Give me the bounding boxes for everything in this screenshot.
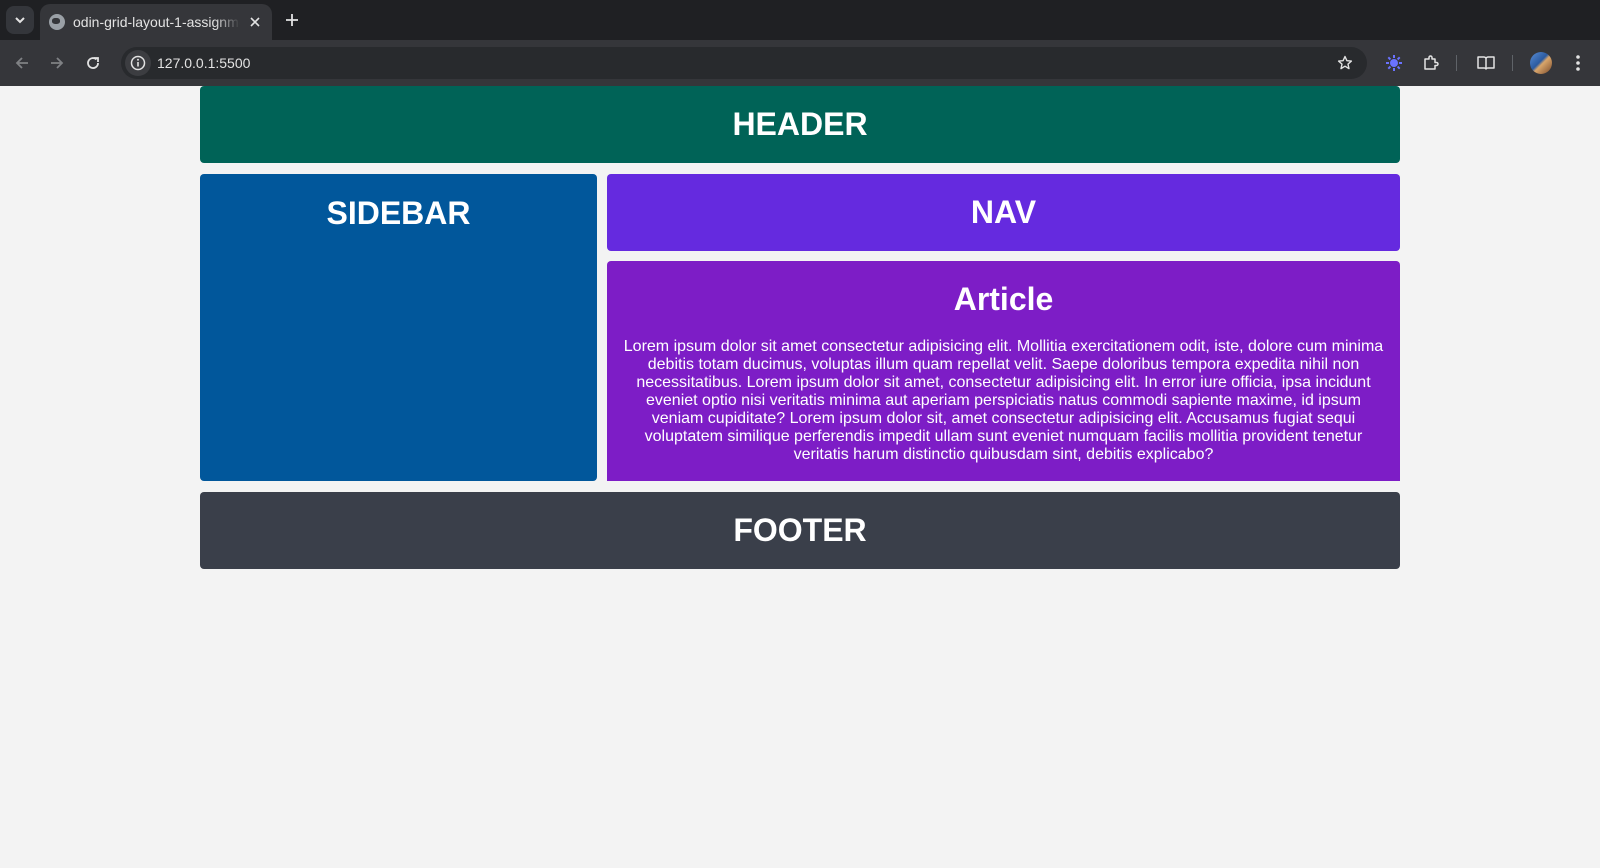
nav-title: NAV: [970, 194, 1037, 230]
extensions-button[interactable]: [1419, 51, 1443, 75]
puzzle-icon: [1424, 55, 1439, 70]
plus-icon: [286, 14, 298, 26]
reload-icon: [87, 57, 99, 69]
page-header: HEADER: [200, 86, 1400, 163]
url-text: 127.0.0.1:5500: [157, 55, 251, 71]
star-icon: [1337, 55, 1353, 70]
page-footer: FOOTER: [200, 492, 1400, 569]
browser-tab[interactable]: odin-grid-layout-1-assignment: [40, 4, 272, 40]
close-tab-button[interactable]: [246, 13, 264, 31]
toolbar-divider: [1456, 55, 1457, 71]
article-body: Lorem ipsum dolor sit amet consectetur a…: [623, 338, 1384, 463]
globe-icon: [49, 14, 65, 30]
arrow-right-icon: [51, 57, 64, 69]
new-tab-button[interactable]: [280, 8, 304, 32]
close-icon: [250, 17, 260, 27]
tab-search-button[interactable]: [6, 6, 34, 34]
header-title: HEADER: [732, 106, 868, 142]
tab-title: odin-grid-layout-1-assignment: [73, 14, 240, 30]
browser-menu-button[interactable]: [1566, 51, 1590, 75]
forward-button[interactable]: [43, 49, 71, 77]
reload-button[interactable]: [79, 49, 107, 77]
site-info-icon[interactable]: [125, 50, 151, 76]
back-button[interactable]: [8, 49, 36, 77]
arrow-left-icon: [15, 57, 28, 69]
page-sidebar: SIDEBAR: [200, 174, 597, 481]
footer-title: FOOTER: [733, 512, 867, 548]
book-icon: [1477, 56, 1495, 70]
page-viewport: HEADER SIDEBAR NAV Article Lorem ipsum d…: [0, 86, 1600, 868]
extension-button[interactable]: [1382, 51, 1406, 75]
sun-extension-icon: [1386, 55, 1402, 71]
more-vertical-icon: [1576, 55, 1580, 71]
tab-strip: odin-grid-layout-1-assignment: [0, 0, 1600, 40]
toolbar-divider: [1512, 55, 1513, 71]
address-bar[interactable]: 127.0.0.1:5500: [121, 47, 1367, 79]
info-icon: [130, 55, 146, 71]
bookmark-button[interactable]: [1333, 51, 1357, 75]
sidebar-title: SIDEBAR: [326, 195, 471, 231]
reading-list-button[interactable]: [1474, 51, 1498, 75]
article-title: Article: [953, 281, 1054, 317]
chevron-down-icon: [15, 17, 25, 24]
profile-avatar[interactable]: [1530, 52, 1552, 74]
page-nav: NAV: [607, 174, 1400, 251]
page-article: Article Lorem ipsum dolor sit amet conse…: [607, 261, 1400, 481]
browser-toolbar: 127.0.0.1:5500: [0, 40, 1600, 86]
